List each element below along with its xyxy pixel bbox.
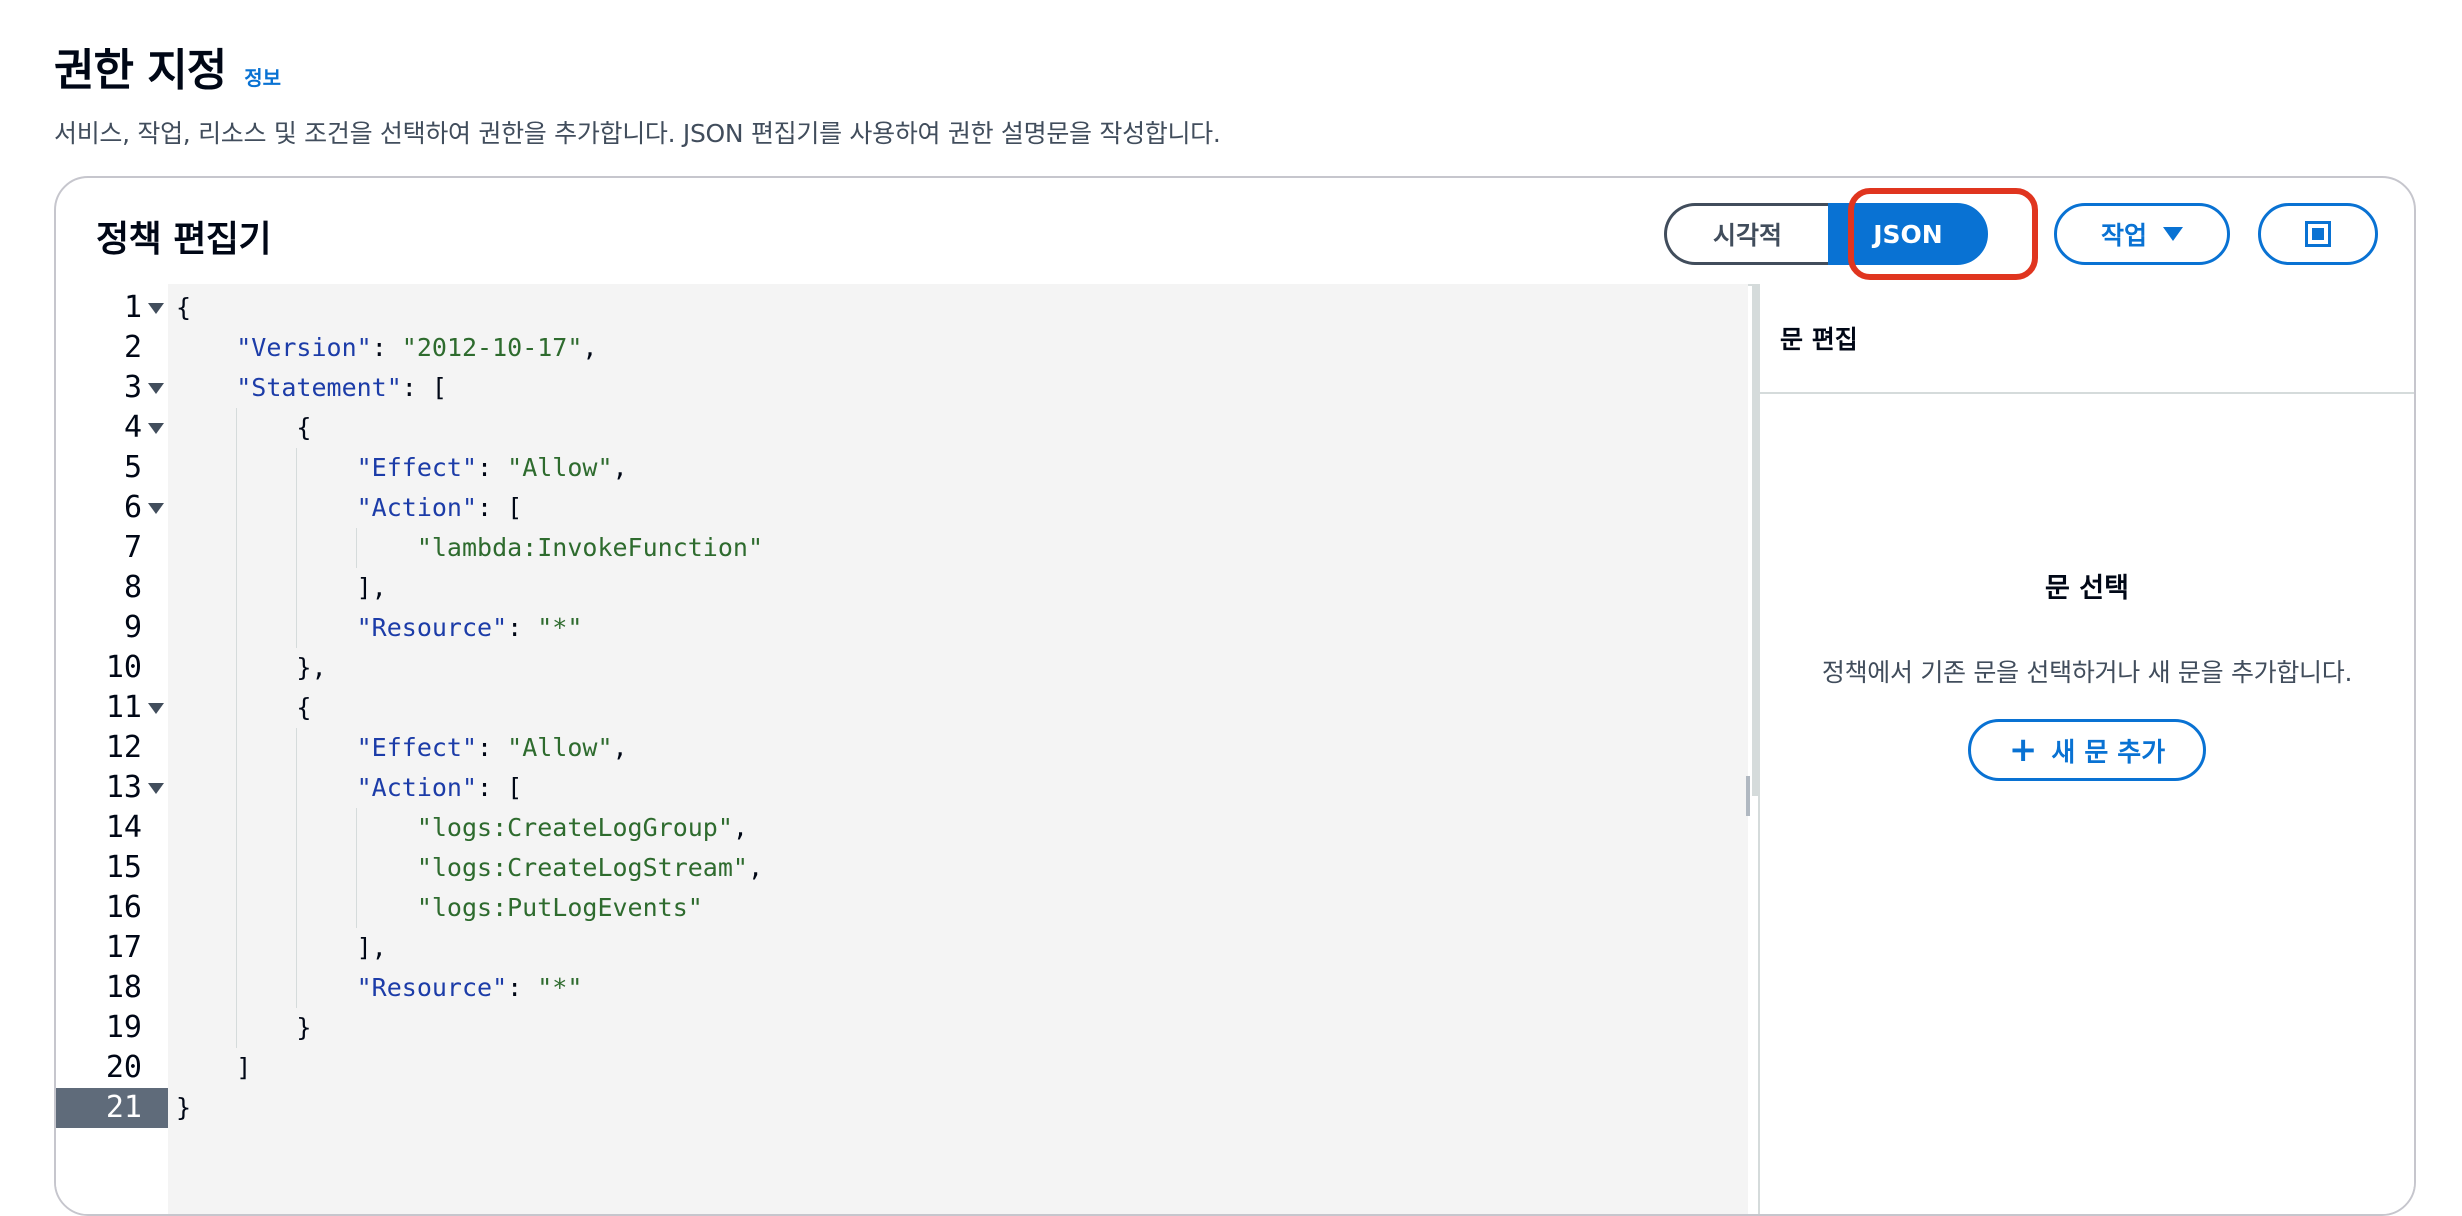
code-text: "Effect": "Allow",: [356, 733, 628, 762]
line-number: 8: [123, 570, 142, 605]
line-number: 3: [123, 370, 142, 405]
code-line[interactable]: 7 "lambda:InvokeFunction": [56, 528, 1748, 568]
code-text: "Version": "2012-10-17",: [236, 333, 598, 362]
editor-mode-toggle: 시각적 JSON: [1664, 203, 1988, 265]
code-line[interactable]: 12 "Effect": "Allow",: [56, 728, 1748, 768]
code-line[interactable]: 15 "logs:CreateLogStream",: [56, 848, 1748, 888]
json-code-editor[interactable]: 1{2 "Version": "2012-10-17", 3 "Statement…: [56, 284, 1748, 1214]
code-text: "Resource": "*": [356, 973, 583, 1002]
code-text: "logs:PutLogEvents": [416, 893, 703, 922]
code-text: },: [176, 653, 327, 682]
code-line[interactable]: 4 {: [56, 408, 1748, 448]
info-link[interactable]: 정보: [244, 62, 281, 91]
page-header: 권한 지정 정보 서비스, 작업, 리소스 및 조건을 선택하여 권한을 추가합…: [54, 34, 1221, 150]
visual-mode-button[interactable]: 시각적: [1664, 203, 1828, 265]
code-text: {: [176, 413, 312, 442]
code-line[interactable]: 21}: [56, 1088, 1748, 1128]
code-line[interactable]: 19 }: [56, 1008, 1748, 1048]
code-text: {: [176, 693, 312, 722]
line-number: 13: [105, 770, 142, 805]
json-mode-button[interactable]: JSON: [1828, 203, 1988, 265]
line-number: 5: [123, 450, 142, 485]
policy-editor-panel: 정책 편집기 시각적 JSON 작업 1{2 "Version": "2012-…: [54, 176, 2416, 1216]
code-text: "Resource": "*": [356, 613, 583, 642]
page-description: 서비스, 작업, 리소스 및 조건을 선택하여 권한을 추가합니다. JSON …: [54, 119, 1221, 148]
statement-empty-state: 문 선택 정책에서 기존 문을 선택하거나 새 문을 추가합니다. + 새 문 …: [1760, 566, 2414, 781]
resizer-handle-icon[interactable]: [1746, 776, 1750, 816]
code-line[interactable]: 2 "Version": "2012-10-17",: [56, 328, 1748, 368]
line-number: 10: [105, 650, 142, 685]
add-statement-label: 새 문 추가: [2051, 737, 2166, 768]
fold-toggle-icon[interactable]: [148, 783, 164, 794]
caret-down-icon: [2163, 227, 2183, 241]
code-line[interactable]: 14 "logs:CreateLogGroup",: [56, 808, 1748, 848]
fold-toggle-icon[interactable]: [148, 303, 164, 314]
plus-icon: +: [2008, 730, 2038, 770]
code-line[interactable]: 10 },: [56, 648, 1748, 688]
code-line[interactable]: 1{: [56, 288, 1748, 328]
statement-edit-header: 문 편집: [1760, 284, 2414, 394]
line-number: 11: [105, 690, 142, 725]
line-number: 6: [123, 490, 142, 525]
line-number: 9: [123, 610, 142, 645]
code-line[interactable]: 8 ],: [56, 568, 1748, 608]
code-text: }: [176, 1093, 192, 1122]
empty-state-description: 정책에서 기존 문을 선택하거나 새 문을 추가합니다.: [1821, 658, 2353, 687]
actions-dropdown-button[interactable]: 작업: [2054, 203, 2230, 265]
code-text: {: [176, 293, 192, 322]
code-line[interactable]: 18 "Resource": "*": [56, 968, 1748, 1008]
line-number: 2: [123, 330, 142, 365]
line-number: 12: [105, 730, 142, 765]
actions-label: 작업: [2100, 221, 2147, 250]
code-text: "Action": [: [356, 493, 523, 522]
code-text: "logs:CreateLogGroup",: [416, 813, 748, 842]
code-line[interactable]: 16 "logs:PutLogEvents": [56, 888, 1748, 928]
code-text: ]: [176, 1053, 252, 1082]
line-number: 20: [105, 1050, 142, 1085]
code-text: "logs:CreateLogStream",: [416, 853, 764, 882]
code-text: ],: [176, 933, 387, 962]
code-text: ],: [176, 573, 387, 602]
add-new-statement-button[interactable]: + 새 문 추가: [1967, 719, 2207, 781]
code-text: "lambda:InvokeFunction": [416, 533, 764, 562]
code-line[interactable]: 5 "Effect": "Allow",: [56, 448, 1748, 488]
fold-toggle-icon[interactable]: [148, 703, 164, 714]
statement-edit-panel: 문 편집 문 선택 정책에서 기존 문을 선택하거나 새 문을 추가합니다. +…: [1758, 284, 2414, 1214]
page-title: 권한 지정: [54, 45, 227, 96]
code-line[interactable]: 6 "Action": [: [56, 488, 1748, 528]
code-line[interactable]: 11 {: [56, 688, 1748, 728]
empty-state-title: 문 선택: [2045, 573, 2129, 604]
fullscreen-button[interactable]: [2258, 203, 2378, 265]
line-number: 1: [123, 290, 142, 325]
policy-editor-title: 정책 편집기: [96, 219, 272, 260]
line-number: 7: [123, 530, 142, 565]
code-text: "Action": [: [356, 773, 523, 802]
code-text: }: [176, 1013, 312, 1042]
code-text: "Effect": "Allow",: [356, 453, 628, 482]
policy-editor-header: 정책 편집기 시각적 JSON 작업: [56, 178, 2414, 286]
line-number: 19: [105, 1010, 142, 1045]
code-line[interactable]: 17 ],: [56, 928, 1748, 968]
line-number: 14: [105, 810, 142, 845]
code-line[interactable]: 3 "Statement": [: [56, 368, 1748, 408]
code-text: "Statement": [: [236, 373, 447, 402]
line-number: 4: [123, 410, 142, 445]
fold-toggle-icon[interactable]: [148, 503, 164, 514]
fold-toggle-icon[interactable]: [148, 423, 164, 434]
fullscreen-icon: [2305, 221, 2331, 247]
line-number: 17: [105, 930, 142, 965]
line-number: 21: [56, 1088, 168, 1128]
code-line[interactable]: 20 ]: [56, 1048, 1748, 1088]
line-number: 16: [105, 890, 142, 925]
fold-toggle-icon[interactable]: [148, 383, 164, 394]
line-number: 18: [105, 970, 142, 1005]
line-number: 15: [105, 850, 142, 885]
code-line[interactable]: 9 "Resource": "*": [56, 608, 1748, 648]
code-line[interactable]: 13 "Action": [: [56, 768, 1748, 808]
